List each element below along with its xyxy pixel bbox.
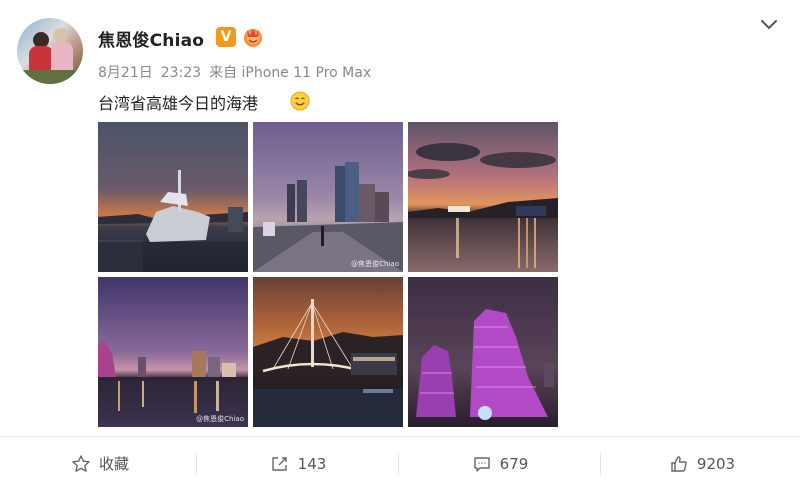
post-text: 台湾省高雄今日的海港 [98,94,259,113]
repost-icon [271,456,287,471]
chevron-down-icon[interactable] [760,18,778,32]
like-button[interactable]: 9203 [602,437,800,490]
like-count: 9203 [696,454,736,473]
post-time[interactable]: 23:23 [161,65,201,81]
verified-badge: V [216,27,236,47]
smile-emoji-icon [290,91,310,111]
photo-music-center-night[interactable] [408,277,558,427]
comment-button[interactable]: 679 [400,437,600,490]
action-separator [600,453,601,475]
comment-icon [473,456,490,472]
action-separator [398,453,399,475]
comment-count: 679 [499,454,529,473]
avatar-figure-2 [53,28,68,43]
photo-harbor-sunset-clouds[interactable] [408,122,558,272]
photo-waterfront-promenade-skyscrapers[interactable]: @焦恩俊Chiao [253,122,403,272]
avatar-ground [17,70,83,84]
photo-harbor-yacht-sunset[interactable] [98,122,248,272]
star-icon [72,454,90,472]
post-source: 来自 iPhone 11 Pro Max [209,65,372,81]
photo-watermark: @焦恩俊Chiao [196,415,244,423]
action-separator [196,453,197,475]
repost-count: 143 [297,454,327,473]
favorite-button[interactable]: 收藏 [0,437,200,490]
thumbs-up-icon [671,455,687,472]
photo-purple-dusk-waterfront[interactable]: @焦恩俊Chiao [98,277,248,427]
level-badge-icon [244,29,262,47]
repost-button[interactable]: 143 [198,437,398,490]
post-date[interactable]: 8月21日 [98,65,153,81]
weibo-post-card: 焦恩俊Chiao V 8月21日 23:23 来自 iPhone 11 Pro Ma… [0,0,800,490]
photo-bridge-harbor-night[interactable] [253,277,403,427]
favorite-label: 收藏 [98,455,129,473]
action-bar: 收藏 143 679 9203 [0,437,800,490]
avatar[interactable] [17,18,83,84]
username[interactable]: 焦恩俊Chiao [98,26,204,51]
photo-watermark: @焦恩俊Chiao [351,260,399,268]
post-meta: 8月21日 23:23 来自 iPhone 11 Pro Max [98,62,379,82]
